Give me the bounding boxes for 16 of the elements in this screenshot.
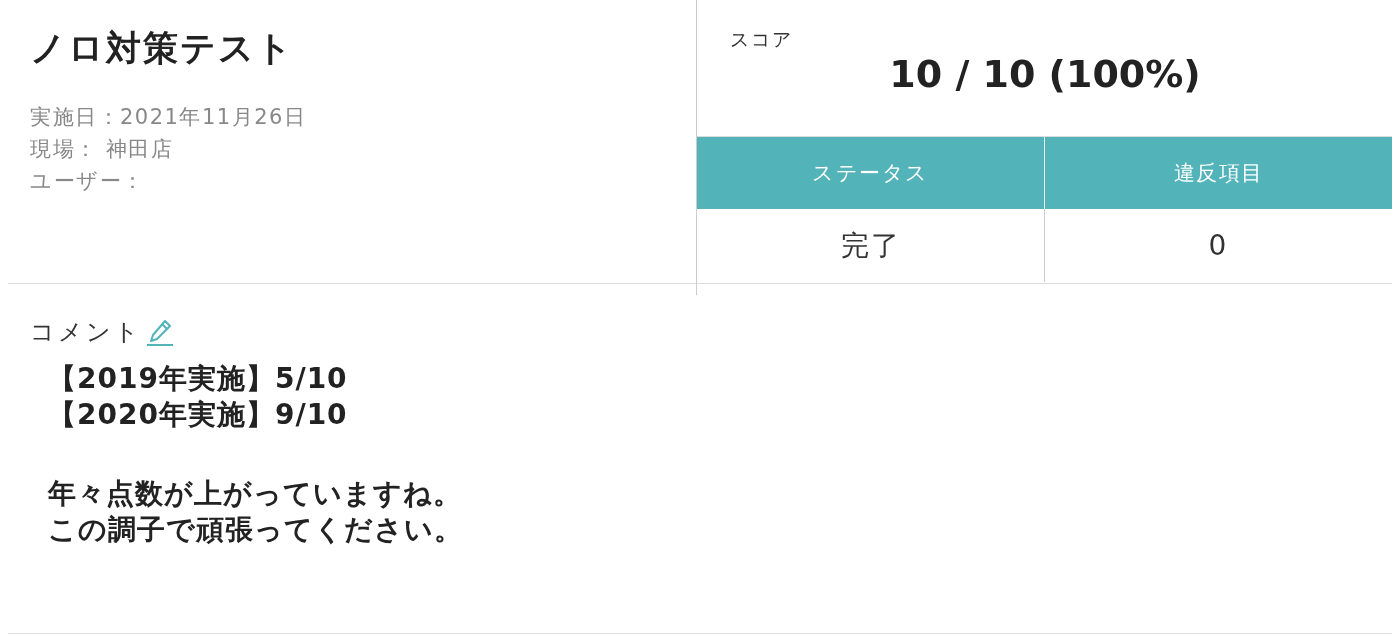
score-label: スコア	[730, 27, 793, 52]
comment-line: 【2019年実施】5/10	[48, 361, 348, 397]
comment-line: この調子で頑張ってください。	[48, 512, 463, 548]
column-header: ステータス	[697, 137, 1045, 209]
table-cell: 0	[1044, 209, 1392, 282]
column-header: 違反項目	[1044, 137, 1392, 209]
comment-line: 年々点数が上がっていますね。	[48, 476, 462, 512]
info-line: ユーザー：	[30, 168, 145, 195]
info-line: 現場： 神田店	[30, 136, 174, 163]
table-cell: 完了	[697, 209, 1045, 282]
comment-label: コメント	[30, 317, 142, 348]
info-line: 実施日：2021年11月26日	[30, 104, 307, 131]
pencil-icon[interactable]	[146, 318, 174, 346]
score-value: 10 / 10 (100%)	[889, 52, 1201, 96]
comment-line: 【2020年実施】9/10	[48, 397, 348, 433]
test-title: ノロ対策テスト	[30, 28, 294, 68]
